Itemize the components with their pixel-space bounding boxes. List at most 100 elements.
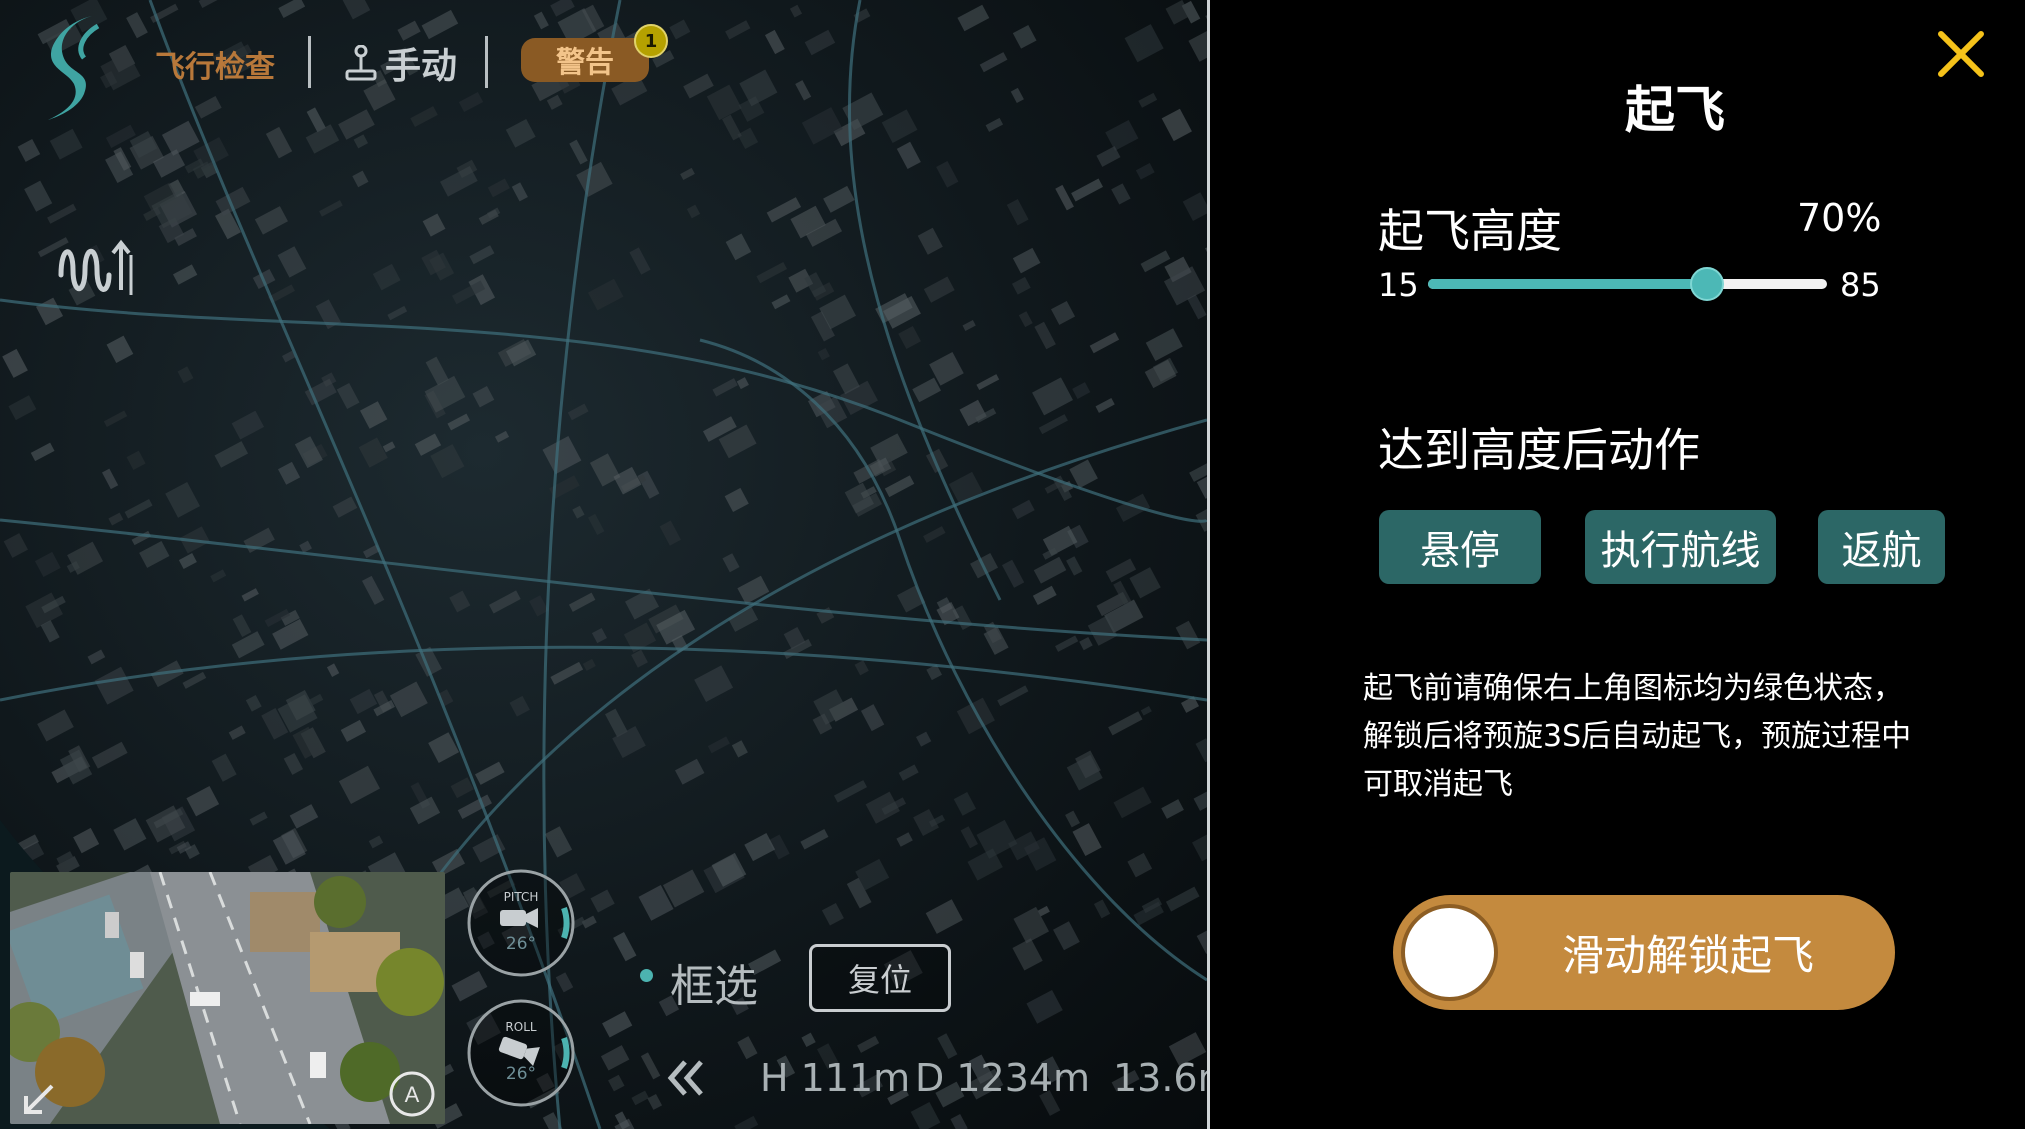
building [854, 660, 869, 676]
building [1196, 927, 1207, 954]
building [985, 117, 1004, 132]
building [936, 161, 959, 188]
building [272, 829, 306, 865]
building [182, 671, 207, 689]
box-select-button[interactable]: 框选 [670, 950, 758, 1014]
divider [485, 36, 488, 88]
notice-line: 解锁后将预旋3S后自动起飞，预旋过程中 [1363, 719, 1912, 754]
road [848, 0, 1002, 601]
building [1012, 938, 1043, 971]
building [210, 569, 227, 583]
building [353, 134, 369, 149]
warning-button[interactable]: 警告 [521, 38, 649, 82]
building [165, 481, 200, 518]
building [739, 69, 778, 107]
building [590, 889, 615, 913]
building [198, 0, 224, 8]
building [731, 740, 748, 758]
building [706, 84, 742, 121]
map-view[interactable]: 飞行检查 手动 警告 1 A PITCH 26° ROLL 26° 框选 复位 … [0, 0, 1207, 1129]
panel-title: 起飞 [1625, 81, 1725, 139]
building [1066, 754, 1103, 791]
building [214, 441, 249, 468]
auto-mode-icon[interactable]: A [388, 1070, 436, 1118]
after-reach-action-label: 达到高度后动作 [1378, 423, 1700, 477]
expand-icon[interactable] [18, 1080, 58, 1120]
building [915, 731, 932, 747]
building [959, 399, 987, 427]
flight-check-link[interactable]: 飞行检查 [155, 42, 275, 86]
building [458, 92, 484, 113]
building [24, 180, 53, 212]
building [2, 348, 28, 378]
building [1135, 162, 1155, 180]
building [1192, 827, 1207, 862]
pitch-label: PITCH [503, 890, 539, 904]
building [602, 1011, 633, 1038]
building [245, 695, 262, 712]
reset-button[interactable]: 复位 [809, 944, 951, 1012]
building [1079, 636, 1093, 651]
building [647, 1093, 663, 1110]
close-icon[interactable] [1935, 28, 1987, 80]
building [421, 9, 459, 40]
building [744, 833, 776, 862]
building [1113, 786, 1152, 819]
takeoff-height-slider[interactable] [1428, 267, 1827, 301]
building [913, 808, 939, 836]
building [1140, 705, 1152, 716]
building [1182, 192, 1207, 221]
building [1195, 500, 1207, 532]
building [912, 377, 941, 403]
building [582, 658, 596, 671]
building [712, 378, 738, 397]
double-chevron-left-icon[interactable] [665, 1056, 709, 1100]
building [884, 475, 915, 498]
building [1193, 786, 1207, 811]
building [587, 278, 624, 311]
altitude-wave-icon[interactable] [55, 235, 135, 305]
building [1034, 321, 1056, 350]
building [1165, 886, 1200, 912]
slide-to-takeoff[interactable]: 滑动解锁起飞 [1393, 895, 1895, 1010]
building [640, 1052, 661, 1080]
mode-manual[interactable]: 手动 [345, 38, 457, 88]
camera-preview[interactable]: A [10, 872, 445, 1124]
building [338, 109, 375, 140]
building [332, 496, 358, 518]
building [1065, 810, 1080, 828]
slider-thumb[interactable] [1690, 267, 1725, 301]
building [833, 780, 868, 803]
joystick-icon [345, 45, 377, 81]
building [533, 11, 549, 30]
warning-count-badge: 1 [634, 24, 668, 58]
slider-max: 85 [1840, 266, 1881, 304]
building [211, 753, 237, 782]
building [489, 590, 521, 614]
building [305, 124, 340, 154]
building [953, 791, 977, 816]
building [228, 725, 246, 740]
return-home-button[interactable]: 返航 [1818, 510, 1945, 584]
building [447, 413, 471, 431]
building [299, 540, 312, 553]
building [126, 12, 148, 39]
building [962, 320, 976, 331]
building [725, 20, 751, 40]
notice-line: 可取消起飞 [1363, 767, 1513, 802]
building [801, 1032, 816, 1048]
building [1038, 414, 1068, 435]
building [568, 592, 596, 612]
building [724, 487, 749, 513]
building [232, 614, 252, 637]
svg-text:A: A [405, 1082, 420, 1107]
slide-knob[interactable] [1401, 904, 1498, 1001]
building [542, 436, 582, 475]
takeoff-height-label: 起飞高度 [1378, 204, 1562, 258]
building [544, 826, 573, 858]
execute-route-button[interactable]: 执行航线 [1585, 510, 1776, 584]
building [1001, 559, 1025, 588]
hover-button[interactable]: 悬停 [1379, 510, 1541, 584]
building [1032, 377, 1073, 416]
building [106, 335, 134, 363]
